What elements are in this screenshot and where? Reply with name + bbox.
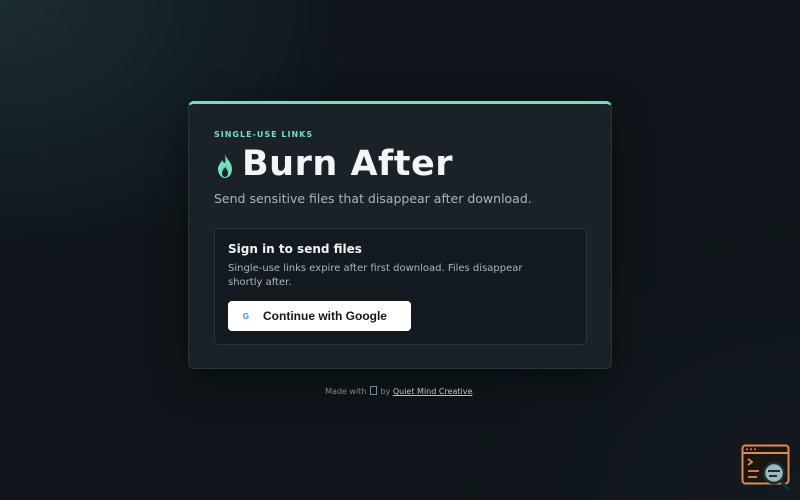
signin-panel: Sign in to send files Single-use links e…: [214, 228, 587, 345]
google-button-label: Continue with Google: [263, 309, 387, 323]
flame-icon: [218, 154, 232, 178]
terminal-search-icon[interactable]: [741, 444, 791, 490]
page-title: Burn After: [242, 144, 454, 184]
signin-card: SINGLE-USE LINKS Burn After Send sensiti…: [188, 101, 612, 369]
continue-with-google-button[interactable]: G Continue with Google: [228, 301, 411, 331]
footer-prefix: Made with: [325, 387, 367, 396]
heart-icon: [369, 386, 377, 395]
title-row: Burn After: [214, 144, 453, 184]
page-subtitle: Send sensitive files that disappear afte…: [214, 191, 532, 206]
signin-description: Single-use links expire after first down…: [228, 263, 523, 288]
footer-suffix: .: [472, 387, 475, 396]
signin-title: Sign in to send files: [228, 242, 362, 256]
footer: Made with by Quiet Mind Creative.: [0, 386, 800, 396]
eyebrow-label: SINGLE-USE LINKS: [214, 130, 314, 139]
footer-credit-link[interactable]: Quiet Mind Creative: [393, 387, 473, 396]
footer-by: by: [380, 387, 391, 396]
google-icon: G: [242, 311, 250, 321]
